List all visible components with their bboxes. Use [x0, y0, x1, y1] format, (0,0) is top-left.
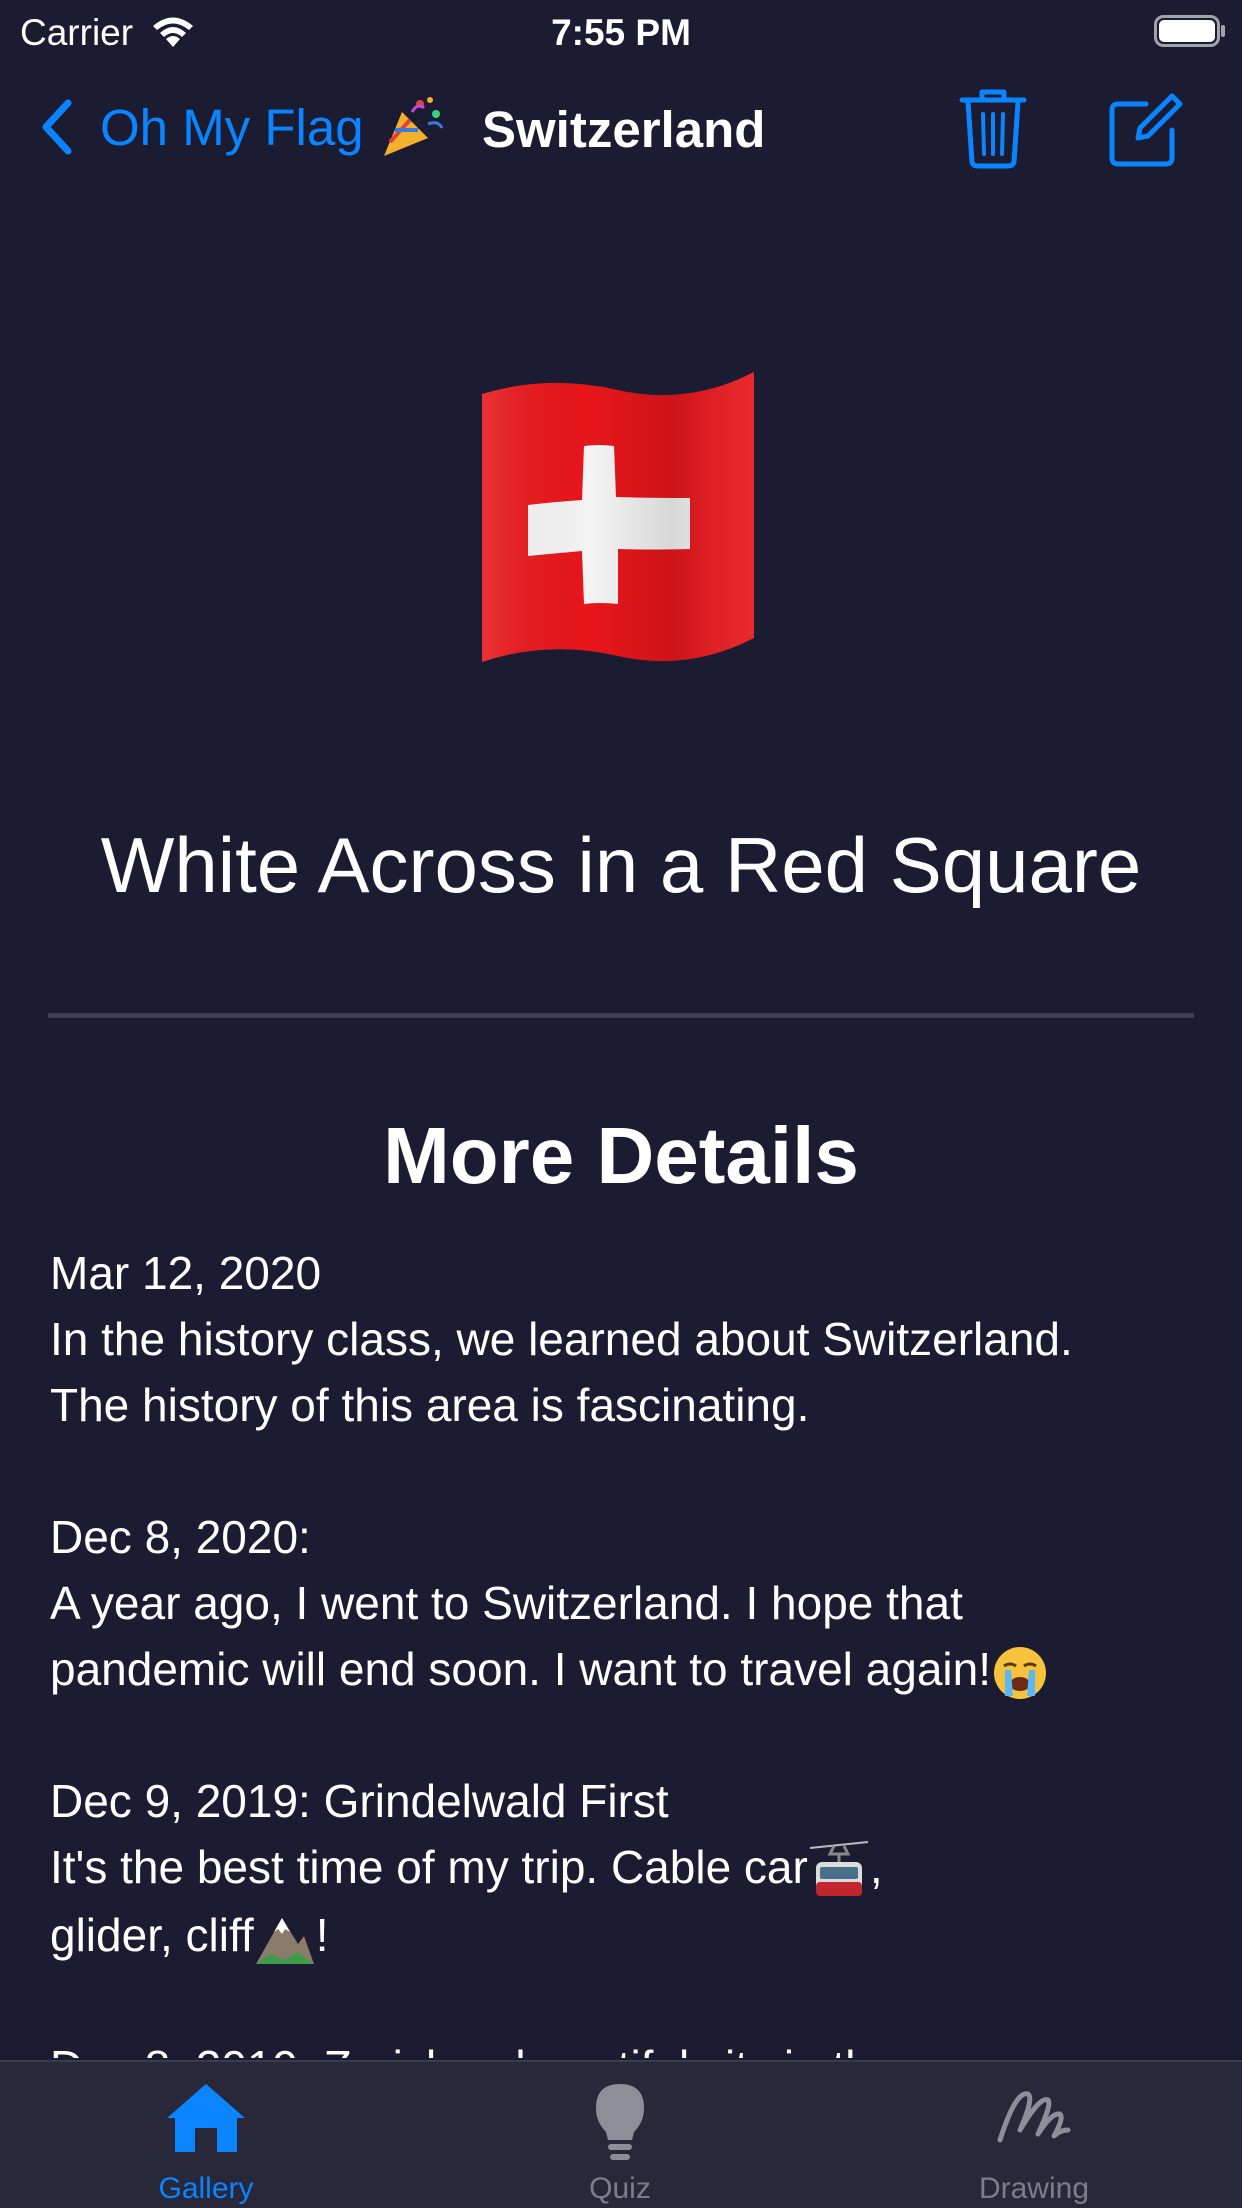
entry-line: glider, cliff ! — [50, 1902, 1220, 1968]
entry-line: Dec 9, 2019: Grindelwald First — [50, 1775, 669, 1827]
trash-icon[interactable] — [958, 88, 1028, 170]
details-text: Mar 12, 2020 In the history class, we le… — [50, 1240, 1220, 2058]
journal-entry: Dec 9, 2019: Grindelwald First It's the … — [50, 1768, 1220, 1968]
navigation-bar: Oh My Flag Switzerland — [0, 70, 1242, 185]
back-button-label: Oh My Flag — [100, 98, 364, 156]
status-time: 7:55 PM — [551, 12, 691, 53]
status-bar: Carrier 7:55 PM — [0, 0, 1242, 62]
tab-label: Drawing — [978, 2172, 1090, 2205]
journal-entry: Dec 8, 2019: Zurich, a beautiful city in… — [50, 2034, 1220, 2058]
entry-line: Dec 8, 2020: — [50, 1511, 311, 1563]
entry-text: It's the best time of my trip. Cable car — [50, 1841, 808, 1893]
mountain-icon — [255, 1917, 314, 1964]
entry-line: Mar 12, 2020 — [50, 1247, 322, 1299]
tab-drawing[interactable]: Drawing — [884, 2062, 1184, 2208]
switzerland-flag-icon — [482, 372, 754, 662]
crying-face-icon — [993, 1646, 1046, 1699]
tab-bar: Gallery Quiz Drawing — [0, 2060, 1242, 2208]
tab-quiz[interactable]: Quiz — [470, 2062, 770, 2208]
party-popper-icon — [383, 97, 443, 156]
entry-line: A year ago, I went to Switzerland. I hop… — [50, 1577, 963, 1629]
battery-icon — [1154, 15, 1225, 47]
chevron-left-icon — [42, 99, 72, 155]
entry-line: The history of this area is fascinating. — [50, 1379, 810, 1431]
flag-description: White Across in a Red Square — [100, 821, 1142, 909]
entry-line: Dec 8, 2019: Zurich, a beautiful city in… — [50, 2034, 1220, 2058]
lightbulb-icon — [596, 2084, 644, 2160]
journal-entry: Mar 12, 2020 In the history class, we le… — [50, 1240, 1220, 1438]
tab-label: Gallery — [158, 2172, 254, 2205]
entry-text: pandemic will end soon. I want to travel… — [50, 1643, 991, 1695]
tab-gallery[interactable]: Gallery — [56, 2062, 356, 2208]
entry-text: glider, cliff — [50, 1908, 254, 1961]
entry-text: ! — [315, 1908, 329, 1961]
tab-label: Quiz — [589, 2172, 651, 2205]
back-button[interactable]: Oh My Flag — [38, 92, 446, 162]
divider — [48, 1013, 1194, 1018]
entry-line: In the history class, we learned about S… — [50, 1313, 1073, 1365]
entry-line: pandemic will end soon. I want to travel… — [50, 1636, 1220, 1702]
cable-car-icon — [809, 1840, 868, 1896]
section-title: More Details — [383, 1111, 859, 1200]
scribble-icon — [997, 2091, 1071, 2143]
entry-line: It's the best time of my trip. Cable car… — [50, 1834, 1220, 1902]
page-title: Switzerland — [482, 101, 766, 158]
entry-text: , — [869, 1841, 883, 1893]
journal-entry: Dec 8, 2020: A year ago, I went to Switz… — [50, 1504, 1220, 1702]
house-icon — [167, 2084, 245, 2152]
compose-icon[interactable] — [1108, 92, 1184, 168]
